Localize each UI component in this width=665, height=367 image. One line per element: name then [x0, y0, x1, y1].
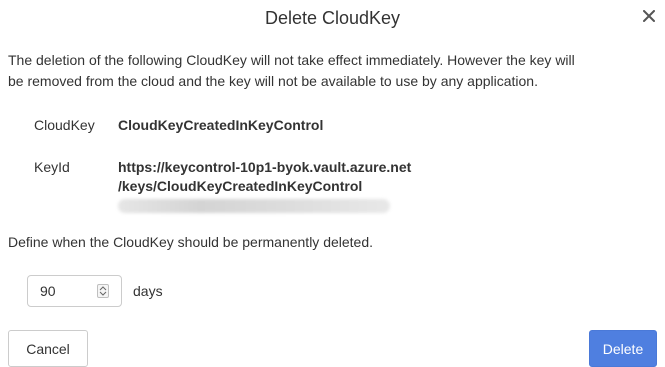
cloudkey-value: CloudKeyCreatedInKeyControl	[118, 117, 324, 133]
keyid-label: KeyId	[34, 159, 70, 175]
description-line-2: be removed from the cloud and the key wi…	[8, 73, 538, 89]
close-icon[interactable]	[638, 4, 660, 28]
redacted-text	[118, 199, 390, 213]
deletion-prompt: Define when the CloudKey should be perma…	[8, 234, 374, 250]
keyid-value: https://keycontrol-10p1-byok.vault.azure…	[118, 158, 411, 196]
dialog-title: Delete CloudKey	[264, 8, 401, 28]
cancel-button[interactable]: Cancel	[8, 330, 88, 367]
cloudkey-label: CloudKey	[34, 117, 95, 133]
delete-button[interactable]: Delete	[589, 330, 657, 367]
spinner-arrows-icon[interactable]	[97, 284, 109, 298]
delete-cloudkey-dialog: Delete CloudKey The deletion of the foll…	[0, 0, 665, 367]
days-value[interactable]: 90	[40, 283, 56, 299]
keyid-value-line-2: /keys/CloudKeyCreatedInKeyControl	[118, 178, 363, 194]
dialog-description: The deletion of the following CloudKey w…	[8, 50, 657, 92]
keyid-value-line-1: https://keycontrol-10p1-byok.vault.azure…	[118, 159, 412, 175]
days-stepper[interactable]: 90	[27, 275, 122, 307]
description-line-1: The deletion of the following CloudKey w…	[8, 52, 575, 68]
days-unit-label: days	[133, 283, 163, 299]
